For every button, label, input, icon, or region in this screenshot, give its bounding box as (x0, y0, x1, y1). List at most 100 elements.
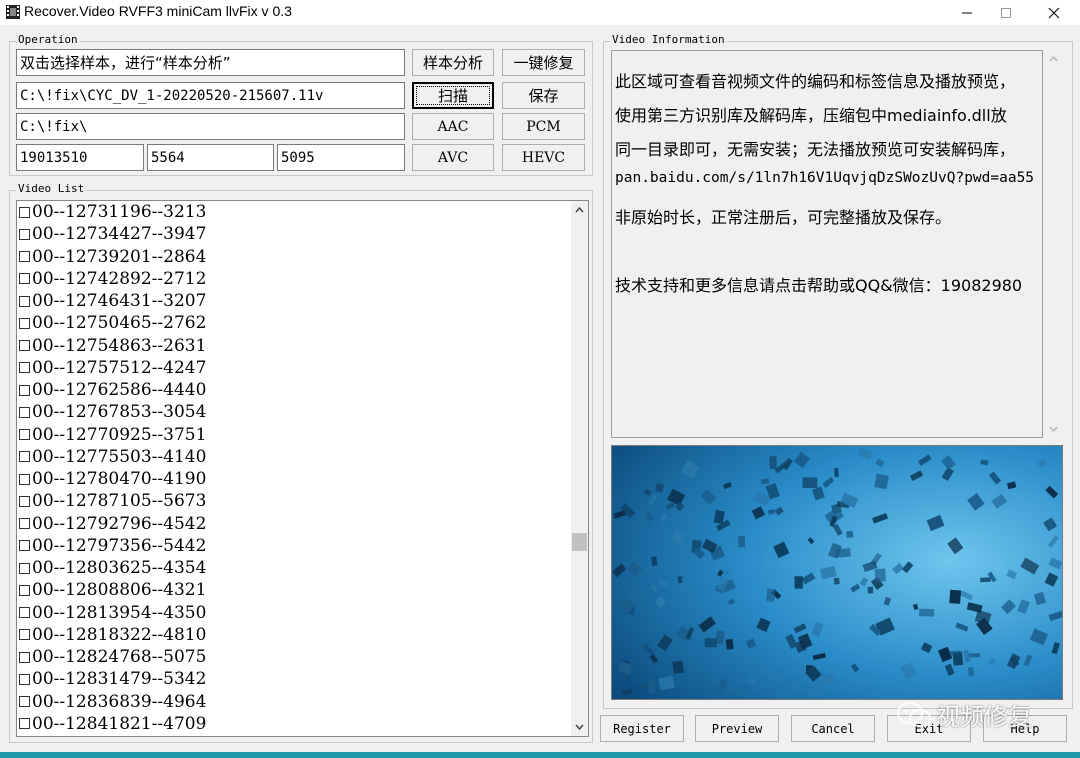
list-item[interactable]: 00--12767853--3054 (19, 401, 206, 423)
list-item[interactable]: 00--12808806--4321 (19, 579, 206, 601)
list-item[interactable]: 00--12746431--3207 (19, 290, 206, 312)
list-item[interactable]: 00--12739201--2864 (19, 246, 206, 268)
list-item-checkbox[interactable] (19, 362, 30, 374)
save-button[interactable]: 保存 (502, 82, 585, 109)
list-item-label: 00--12836839--4964 (32, 691, 207, 712)
hevc-button[interactable]: HEVC (502, 144, 585, 171)
maximize-button[interactable] (983, 0, 1029, 25)
list-item-label: 00--12767853--3054 (32, 402, 207, 423)
list-item[interactable]: 00--12762586--4440 (19, 379, 206, 401)
list-item-label: 00--12750465--2762 (32, 313, 207, 334)
pcm-button[interactable]: PCM (502, 113, 585, 140)
list-item-checkbox[interactable] (19, 518, 30, 529)
list-item-label: 00--12746431--3207 (32, 291, 207, 311)
list-item[interactable]: 00--12757512--4247 (19, 357, 206, 379)
close-button[interactable] (1031, 0, 1077, 25)
info-scrollbar[interactable] (1044, 50, 1062, 438)
number-field-2[interactable] (147, 144, 274, 171)
list-item-label: 00--12754863--2631 (32, 335, 207, 356)
analyze-sample-button[interactable]: 样本分析 (412, 49, 494, 76)
list-item[interactable]: 00--12803625--4354 (19, 557, 206, 579)
list-item[interactable]: 00--12818322--4810 (19, 624, 206, 646)
list-item[interactable]: 00--12792796--4542 (19, 513, 206, 535)
list-item[interactable]: 00--12731196--3213 (19, 201, 206, 223)
maximize-icon (1001, 7, 1011, 18)
list-item[interactable]: 00--12775503--4140 (19, 446, 206, 468)
list-item-label: 00--12762586--4440 (32, 380, 207, 400)
aac-button[interactable]: AAC (412, 113, 494, 140)
list-item-label: 00--12808806--4321 (32, 580, 207, 601)
list-item-checkbox[interactable] (19, 584, 30, 596)
list-item-checkbox[interactable] (19, 429, 30, 440)
list-item[interactable]: 00--12734427--3947 (19, 223, 206, 245)
list-item[interactable]: 00--12770925--3751 (19, 424, 206, 446)
watermark-text: 视频修复 (936, 703, 1032, 731)
list-item-checkbox[interactable] (19, 540, 30, 552)
list-item[interactable]: 00--12841821--4709 (19, 713, 206, 735)
list-item-checkbox[interactable] (19, 295, 30, 307)
minimize-icon (962, 12, 972, 13)
list-item[interactable]: 00--12787105--5673 (19, 490, 206, 512)
output-dir-field[interactable] (16, 113, 405, 140)
list-item-checkbox[interactable] (19, 340, 30, 351)
video-info-text[interactable]: 此区域可查看音视频文件的编码和标签信息及播放预览， 使用第三方识别库及解码库，压缩… (611, 50, 1043, 438)
list-item-checkbox[interactable] (19, 629, 30, 641)
list-item[interactable]: 00--12754863--2631 (19, 335, 206, 357)
list-item-checkbox[interactable] (19, 206, 30, 218)
list-item-label: 00--12731196--3213 (32, 202, 207, 222)
info-scroll-down-icon[interactable] (1049, 426, 1058, 433)
video-list[interactable]: 00--12731196--3213 00--12734427--3947 00--… (16, 200, 589, 737)
hint-field[interactable] (16, 49, 405, 76)
list-item-label: 00--12841821--4709 (32, 713, 207, 734)
list-item-checkbox[interactable] (19, 406, 30, 418)
list-item[interactable]: 00--12742892--2712 (19, 268, 206, 290)
number-field-1[interactable] (16, 144, 144, 171)
register-button[interactable]: Register (600, 715, 684, 742)
list-item-checkbox[interactable] (19, 251, 30, 262)
scroll-up-icon[interactable] (575, 206, 584, 213)
scan-button[interactable]: 扫描 (412, 82, 494, 109)
list-item[interactable]: 00--12750465--2762 (19, 312, 206, 334)
wechat-icon (897, 701, 931, 727)
list-item-checkbox[interactable] (19, 273, 30, 285)
list-item[interactable]: 00--12836839--4964 (19, 691, 206, 713)
video-preview (611, 445, 1063, 700)
list-item-checkbox[interactable] (19, 473, 30, 485)
list-item-checkbox[interactable] (19, 228, 30, 240)
list-item-label: 00--12775503--4140 (32, 446, 207, 467)
operation-legend: Operation (16, 33, 80, 46)
list-item-label: 00--12818322--4810 (32, 624, 207, 645)
cancel-button[interactable]: Cancel (791, 715, 875, 742)
list-item-checkbox[interactable] (19, 451, 30, 463)
list-item-checkbox[interactable] (19, 495, 30, 507)
list-item[interactable]: 00--12831479--5342 (19, 668, 206, 690)
list-item[interactable]: 00--12813954--4350 (19, 602, 206, 624)
info-line: pan.baidu.com/s/1ln7h16V1UqvjqDzSWozUvQ?… (615, 170, 1035, 186)
info-line: 同一目录即可，无需安装；无法播放预览可安装解码库， (615, 140, 1016, 159)
list-item-checkbox[interactable] (19, 673, 30, 685)
scroll-thumb[interactable] (572, 532, 587, 551)
preview-button[interactable]: Preview (695, 715, 779, 742)
list-item-label: 00--12831479--5342 (32, 669, 207, 690)
list-item[interactable]: 00--12797356--5442 (19, 535, 206, 557)
list-item-checkbox[interactable] (19, 651, 30, 663)
avc-button[interactable]: AVC (412, 144, 494, 171)
info-line: 非原始时长，正常注册后，可完整播放及保存。 (615, 208, 952, 227)
list-item-checkbox[interactable] (19, 607, 30, 618)
info-scroll-up-icon[interactable] (1049, 55, 1058, 62)
scroll-down-icon[interactable] (575, 724, 584, 731)
list-scrollbar[interactable] (571, 201, 588, 736)
list-item-checkbox[interactable] (19, 384, 30, 396)
number-field-3[interactable] (277, 144, 405, 171)
list-item-label: 00--12739201--2864 (32, 246, 207, 267)
info-line: 使用第三方识别库及解码库，压缩包中mediainfo.dll放 (615, 106, 1007, 125)
list-item-checkbox[interactable] (19, 696, 30, 707)
list-item-checkbox[interactable] (19, 718, 30, 730)
list-item[interactable]: 00--12824768--5075 (19, 646, 206, 668)
list-item[interactable]: 00--12780470--4190 (19, 468, 206, 490)
list-item-checkbox[interactable] (19, 562, 30, 574)
list-item-checkbox[interactable] (19, 317, 30, 329)
one-click-repair-button[interactable]: 一键修复 (502, 49, 585, 76)
list-item-label: 00--12770925--3751 (32, 424, 207, 445)
sample-path-field[interactable] (16, 82, 405, 109)
